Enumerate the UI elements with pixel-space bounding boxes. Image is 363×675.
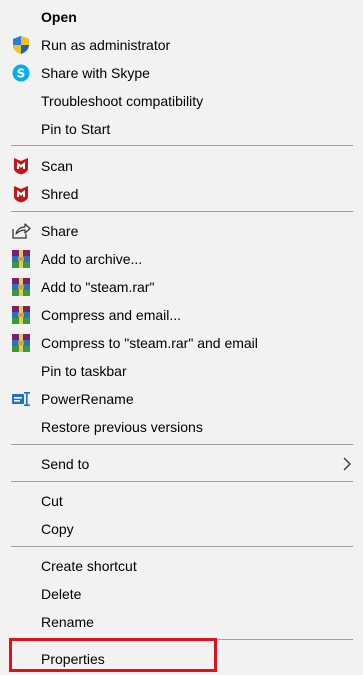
menu-item-label: Compress and email...	[41, 307, 182, 323]
menu-item-create-shortcut[interactable]: Create shortcut	[0, 552, 363, 580]
menu-item-compress-to-steam-rar-and-email[interactable]: Compress to "steam.rar" and email	[0, 329, 363, 357]
uac-shield-icon	[11, 36, 31, 54]
menu-item-label: Shred	[41, 186, 79, 202]
menu-item-label: Run as administrator	[41, 37, 171, 53]
menu-item-label: Share with Skype	[41, 65, 150, 81]
menu-item-label: PowerRename	[41, 391, 134, 407]
menu-item-label: Troubleshoot compatibility	[41, 93, 204, 109]
menu-separator	[11, 546, 353, 547]
menu-item-pin-to-taskbar[interactable]: Pin to taskbar	[0, 357, 363, 385]
menu-item-scan[interactable]: Scan	[0, 152, 363, 180]
menu-item-rename[interactable]: Rename	[0, 608, 363, 636]
menu-item-label: Share	[41, 223, 79, 239]
menu-item-label: Compress to "steam.rar" and email	[41, 335, 258, 351]
menu-item-label: Pin to taskbar	[41, 363, 127, 379]
menu-item-powerrename[interactable]: PowerRename	[0, 385, 363, 413]
menu-item-copy[interactable]: Copy	[0, 515, 363, 543]
menu-item-add-to-archive[interactable]: Add to archive...	[0, 245, 363, 273]
share-icon	[11, 222, 31, 240]
mcafee-icon	[11, 157, 31, 175]
menu-item-label: Create shortcut	[41, 558, 137, 574]
winrar-icon	[11, 250, 31, 268]
menu-item-add-to-steam-rar[interactable]: Add to "steam.rar"	[0, 273, 363, 301]
menu-item-label: Send to	[41, 456, 90, 472]
menu-item-label: Copy	[41, 521, 74, 537]
chevron-right-icon	[341, 457, 353, 471]
menu-item-label: Add to archive...	[41, 251, 143, 267]
menu-separator	[11, 639, 353, 640]
menu-item-share-with-skype[interactable]: S Share with Skype	[0, 59, 363, 87]
menu-item-open[interactable]: Open	[0, 3, 363, 31]
menu-item-troubleshoot-compatibility[interactable]: Troubleshoot compatibility	[0, 87, 363, 115]
menu-item-shred[interactable]: Shred	[0, 180, 363, 208]
winrar-icon	[11, 334, 31, 352]
menu-separator	[11, 481, 353, 482]
winrar-icon	[11, 278, 31, 296]
menu-item-send-to[interactable]: Send to	[0, 450, 363, 478]
menu-separator	[11, 211, 353, 212]
menu-item-delete[interactable]: Delete	[0, 580, 363, 608]
menu-item-restore-previous-versions[interactable]: Restore previous versions	[0, 413, 363, 441]
menu-separator	[11, 145, 353, 146]
menu-item-label: Pin to Start	[41, 121, 111, 137]
context-menu: Open Run as administrator S Share with S…	[0, 0, 363, 675]
menu-item-run-as-administrator[interactable]: Run as administrator	[0, 31, 363, 59]
menu-item-label: Delete	[41, 586, 82, 602]
menu-item-label: Add to "steam.rar"	[41, 279, 155, 295]
winrar-icon	[11, 306, 31, 324]
menu-item-label: Open	[41, 9, 77, 25]
menu-item-label: Cut	[41, 493, 63, 509]
menu-item-label: Scan	[41, 158, 73, 174]
menu-item-pin-to-start[interactable]: Pin to Start	[0, 115, 363, 143]
menu-item-label: Restore previous versions	[41, 419, 203, 435]
mcafee-icon	[11, 185, 31, 203]
skype-icon: S	[11, 64, 31, 82]
menu-item-share[interactable]: Share	[0, 217, 363, 245]
menu-item-label: Rename	[41, 614, 94, 630]
svg-text:S: S	[17, 67, 26, 81]
menu-item-label: Properties	[41, 651, 105, 667]
menu-item-cut[interactable]: Cut	[0, 487, 363, 515]
menu-item-properties[interactable]: Properties	[0, 645, 363, 673]
powerrename-icon	[11, 390, 31, 408]
menu-item-compress-and-email[interactable]: Compress and email...	[0, 301, 363, 329]
menu-separator	[11, 444, 353, 445]
